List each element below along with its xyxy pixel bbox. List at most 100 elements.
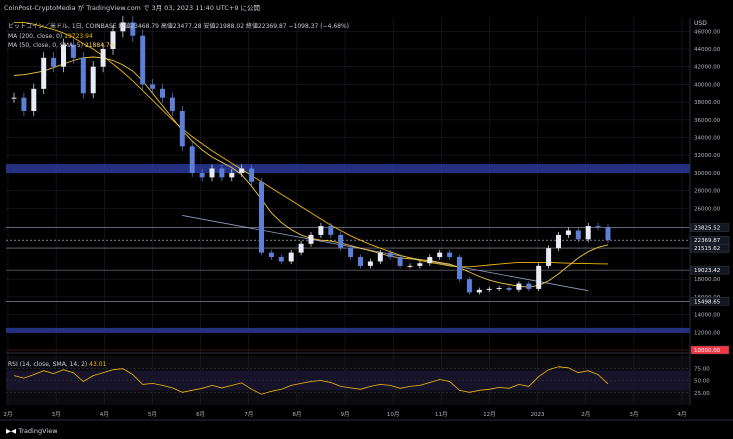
candle-body[interactable]: [318, 226, 324, 235]
x-tick-label: 3月: [52, 411, 61, 418]
candle-body[interactable]: [565, 230, 571, 235]
candle-body[interactable]: [179, 110, 185, 147]
price-badge-label: 22369.87: [694, 238, 721, 244]
candle-body[interactable]: [556, 234, 561, 249]
candle-body[interactable]: [259, 181, 264, 253]
support-zone: [6, 164, 690, 173]
candle-body[interactable]: [328, 226, 334, 235]
x-tick-label: 11月: [435, 411, 448, 418]
candle-body[interactable]: [605, 226, 611, 241]
candle-body[interactable]: [308, 234, 314, 244]
x-tick-label: 7月: [244, 411, 253, 418]
x-tick-label: 2月: [581, 411, 590, 418]
candle-body[interactable]: [288, 252, 294, 262]
rsi-tick-label: 50.00: [694, 379, 710, 385]
support-zone: [6, 327, 690, 333]
y-tick-label: 18000.00: [694, 277, 721, 283]
tradingview-brand[interactable]: ▶◀ TradingView: [6, 427, 58, 435]
y-tick-label: 36000.00: [694, 118, 721, 124]
rsi-tick-label: 25.00: [694, 391, 710, 397]
y-tick-label: 34000.00: [694, 136, 721, 142]
x-tick-label: 12月: [483, 411, 496, 418]
candle-body[interactable]: [496, 288, 502, 290]
candle-body[interactable]: [51, 57, 57, 67]
candle-body[interactable]: [447, 252, 453, 258]
currency-label: USD: [694, 20, 707, 27]
candle-body[interactable]: [11, 97, 17, 99]
candle-body[interactable]: [219, 168, 225, 178]
candle-body[interactable]: [209, 168, 215, 178]
candle-body[interactable]: [278, 257, 284, 262]
candle-body[interactable]: [31, 88, 37, 111]
candle-body[interactable]: [348, 248, 354, 258]
candle-body[interactable]: [358, 257, 363, 266]
candle-body[interactable]: [397, 257, 403, 266]
candle-body[interactable]: [506, 288, 512, 290]
candle-body[interactable]: [486, 288, 492, 290]
x-tick-label: 2月: [4, 411, 13, 418]
candle-body[interactable]: [516, 283, 522, 290]
candle-body[interactable]: [536, 265, 542, 289]
candle-body[interactable]: [160, 88, 165, 98]
brand-text: TradingView: [18, 427, 58, 435]
candle-body[interactable]: [575, 230, 581, 240]
tradingview-logo-icon: ▶◀: [6, 427, 19, 435]
candle-body[interactable]: [595, 226, 601, 228]
publisher-line: CoinPost-CryptoMedia が TradingView.com で…: [4, 4, 261, 12]
x-tick-label: 3月: [629, 411, 638, 418]
x-tick-label: 9月: [341, 411, 350, 418]
candle-body[interactable]: [41, 57, 47, 89]
candle-body[interactable]: [100, 48, 106, 67]
candle-body[interactable]: [526, 283, 532, 289]
rsi-tick-label: 75.00: [694, 366, 710, 372]
candle-body[interactable]: [80, 57, 86, 94]
candle-body[interactable]: [199, 172, 205, 178]
price-badge-label: 15498.65: [694, 299, 721, 305]
candle-body[interactable]: [427, 257, 433, 264]
candle-body[interactable]: [407, 265, 413, 267]
candle-body[interactable]: [268, 252, 274, 258]
ma200-value: 19723.94: [64, 33, 93, 40]
candle-body[interactable]: [169, 97, 175, 111]
candle-body[interactable]: [466, 279, 472, 293]
x-tick-label: 4月: [100, 411, 109, 418]
candle-body[interactable]: [437, 252, 443, 258]
candle-body[interactable]: [457, 257, 462, 280]
x-tick-label: 2023: [531, 412, 545, 418]
candle-body[interactable]: [239, 168, 245, 173]
candle-body[interactable]: [229, 172, 235, 178]
candle-body[interactable]: [377, 252, 383, 262]
candle-body[interactable]: [298, 243, 304, 253]
price-badge-label: 23825.52: [694, 226, 720, 232]
ma200-legend[interactable]: MA (200, close, 0) 19723.94: [8, 33, 93, 40]
candle-body[interactable]: [90, 66, 96, 94]
ohlc-legend: ビットコイン／米ドル, 1日, COINBASE 始値23468.79 高値23…: [8, 23, 350, 30]
chart-frame: 46000.00 44000.00 42000.00 40000.00 38000.00…: [0, 0, 733, 439]
y-tick-label: 32000.00: [694, 153, 721, 159]
candle-body[interactable]: [585, 226, 591, 240]
y-tick-label: 14000.00: [694, 313, 721, 319]
price-chart[interactable]: 46000.00 44000.00 42000.00 40000.00 38000.00…: [0, 0, 733, 439]
candle-body[interactable]: [189, 146, 195, 173]
ma50-value: 21884.74: [84, 42, 114, 49]
x-tick-label: 6月: [196, 411, 205, 418]
rsi-value: 43.01: [89, 361, 107, 368]
candle-body[interactable]: [546, 248, 552, 266]
rsi-legend[interactable]: RSI (14, close, SMA, 14, 2) 43.01: [8, 361, 106, 368]
candle-body[interactable]: [150, 84, 156, 89]
candle-body[interactable]: [367, 261, 373, 266]
ma50-label: MA (50, close, 0, SMA, 5): [8, 42, 83, 49]
y-tick-label: 12000.00: [694, 330, 721, 336]
ma50-legend[interactable]: MA (50, close, 0, SMA, 5) 21884.74: [8, 42, 114, 49]
candle-body[interactable]: [140, 35, 146, 85]
candle-body[interactable]: [417, 263, 423, 266]
ma200-label: MA (200, close, 0): [8, 33, 63, 40]
candle-body[interactable]: [21, 97, 27, 111]
candle-body[interactable]: [338, 234, 344, 249]
y-tick-label: 40000.00: [694, 82, 721, 88]
candle-body[interactable]: [476, 289, 482, 293]
x-tick-label: 10月: [387, 411, 400, 418]
candle-body[interactable]: [249, 168, 255, 182]
candle-body[interactable]: [387, 252, 393, 258]
y-tick-label: 30000.00: [694, 171, 721, 177]
